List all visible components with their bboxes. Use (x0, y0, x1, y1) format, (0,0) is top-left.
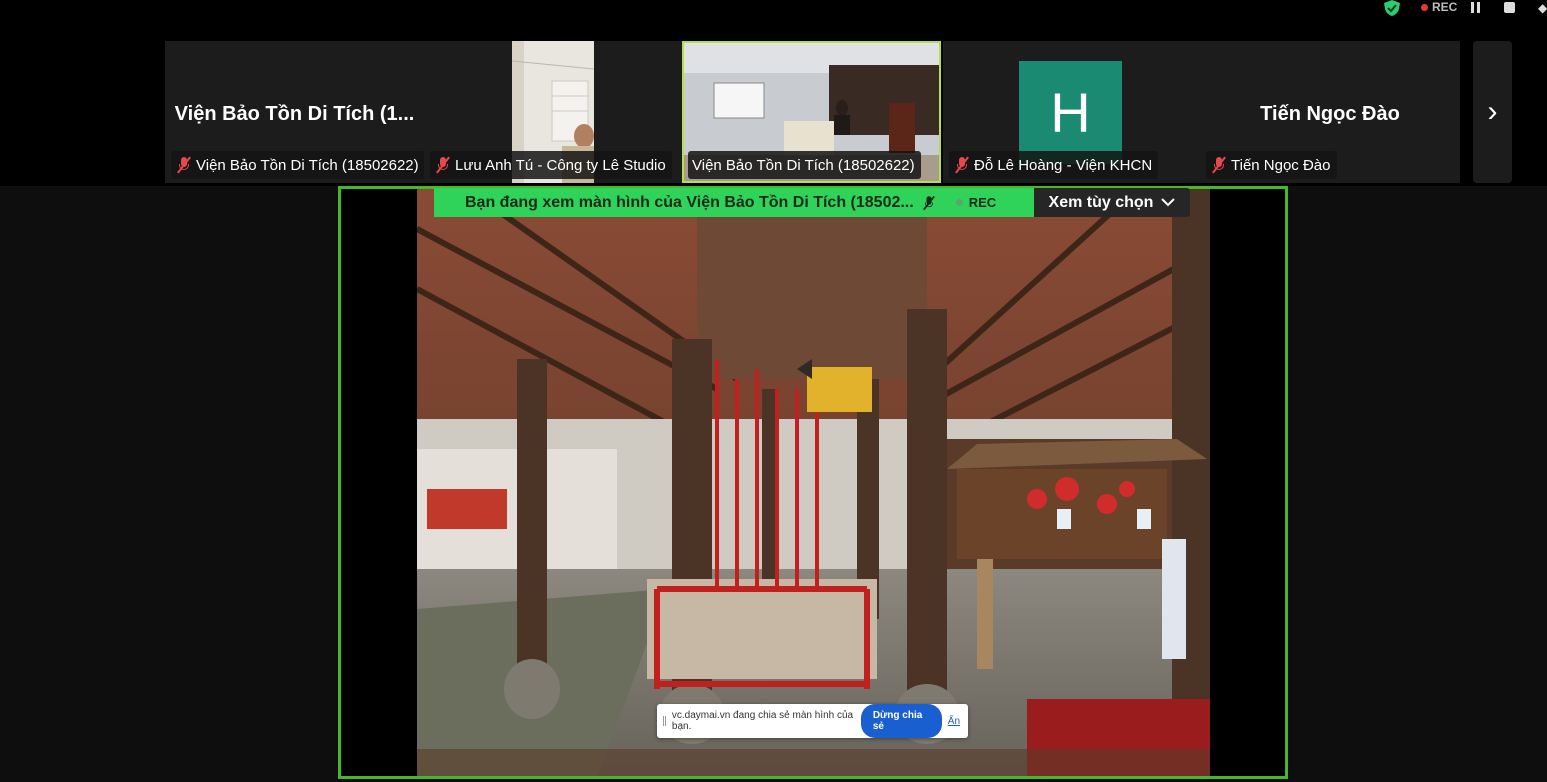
stop-recording-button[interactable] (1504, 2, 1515, 13)
participant-tile[interactable]: Tiến Ngọc Đào Tiến Ngọc Đào (1200, 41, 1460, 183)
mic-muted-icon (1210, 156, 1228, 174)
drag-handle-icon[interactable] (663, 716, 666, 726)
share-notice-text: vc.daymai.vn đang chia sẻ màn hình của b… (671, 710, 854, 732)
participant-tile[interactable]: Lưu Anh Tú - Công ty Lê Studio (424, 41, 682, 183)
participant-display-name: Tiến Ngọc Đào (1260, 103, 1400, 125)
temple-interior-image (417, 189, 1210, 776)
participant-tile-active-speaker[interactable]: Viện Bảo Tồn Di Tích (18502622) (682, 41, 941, 183)
participant-name: Tiến Ngọc Đào (1231, 156, 1331, 174)
browser-share-notice: vc.daymai.vn đang chia sẻ màn hình của b… (657, 704, 968, 738)
participant-name: Viện Bảo Tồn Di Tích (18502622) (196, 156, 419, 174)
participant-tile[interactable]: Viện Bảo Tồn Di Tích (1... Viện Bảo Tồn … (165, 41, 424, 183)
mic-muted-icon (175, 156, 193, 174)
stop-sharing-button[interactable]: Dừng chia sẻ (860, 704, 942, 738)
participant-name-label: Lưu Anh Tú - Công ty Lê Studio (430, 151, 672, 179)
mic-muted-icon (953, 156, 971, 174)
view-options-label: Xem tùy chọn (1048, 193, 1154, 211)
hide-notice-link[interactable]: Ẩn (948, 716, 960, 727)
top-bar: REC ◆ (0, 0, 1547, 38)
participant-name: Viện Bảo Tồn Di Tích (18502622) (692, 156, 915, 174)
participant-name: Đỗ Lê Hoàng - Viện KHCN (974, 156, 1153, 174)
chevron-down-icon (1161, 198, 1176, 207)
mic-muted-icon (921, 195, 936, 210)
record-dot-icon (955, 199, 963, 206)
participant-name-label: Tiến Ngọc Đào (1206, 151, 1337, 179)
pause-recording-button[interactable] (1471, 2, 1483, 14)
banner-recording-indicator: REC (955, 195, 997, 210)
participant-name-label: Viện Bảo Tồn Di Tích (18502622) (688, 151, 921, 179)
shared-screen-content (417, 189, 1210, 776)
screen-share-banner-text: Bạn đang xem màn hình của Viện Bảo Tồn D… (465, 193, 914, 211)
more-icon[interactable]: ◆ (1538, 1, 1547, 15)
chevron-right-icon: › (1487, 95, 1498, 128)
banner-recording-label: REC (968, 195, 997, 210)
participant-tile[interactable]: H Đỗ Lê Hoàng - Viện KHCN (943, 41, 1200, 183)
mic-muted-icon (434, 156, 452, 174)
avatar: H (1019, 61, 1122, 164)
recording-indicator: REC (1421, 0, 1457, 14)
view-options-button[interactable]: Xem tùy chọn (1034, 188, 1190, 217)
participant-name-label: Viện Bảo Tồn Di Tích (18502622) (171, 151, 424, 179)
recording-label: REC (1432, 0, 1458, 14)
shared-screen (338, 186, 1288, 779)
gallery-next-button[interactable]: › (1473, 41, 1512, 183)
participant-name-label: Đỗ Lê Hoàng - Viện KHCN (949, 151, 1159, 179)
participant-name: Lưu Anh Tú - Công ty Lê Studio (455, 156, 666, 174)
video-gallery-strip: Viện Bảo Tồn Di Tích (1... Viện Bảo Tồn … (0, 38, 1547, 186)
participant-display-name: Viện Bảo Tồn Di Tích (1... (174, 103, 415, 125)
shield-check-icon (1384, 0, 1400, 16)
screen-share-banner: Bạn đang xem màn hình của Viện Bảo Tồn D… (434, 188, 1034, 217)
record-dot-icon (1421, 3, 1428, 11)
